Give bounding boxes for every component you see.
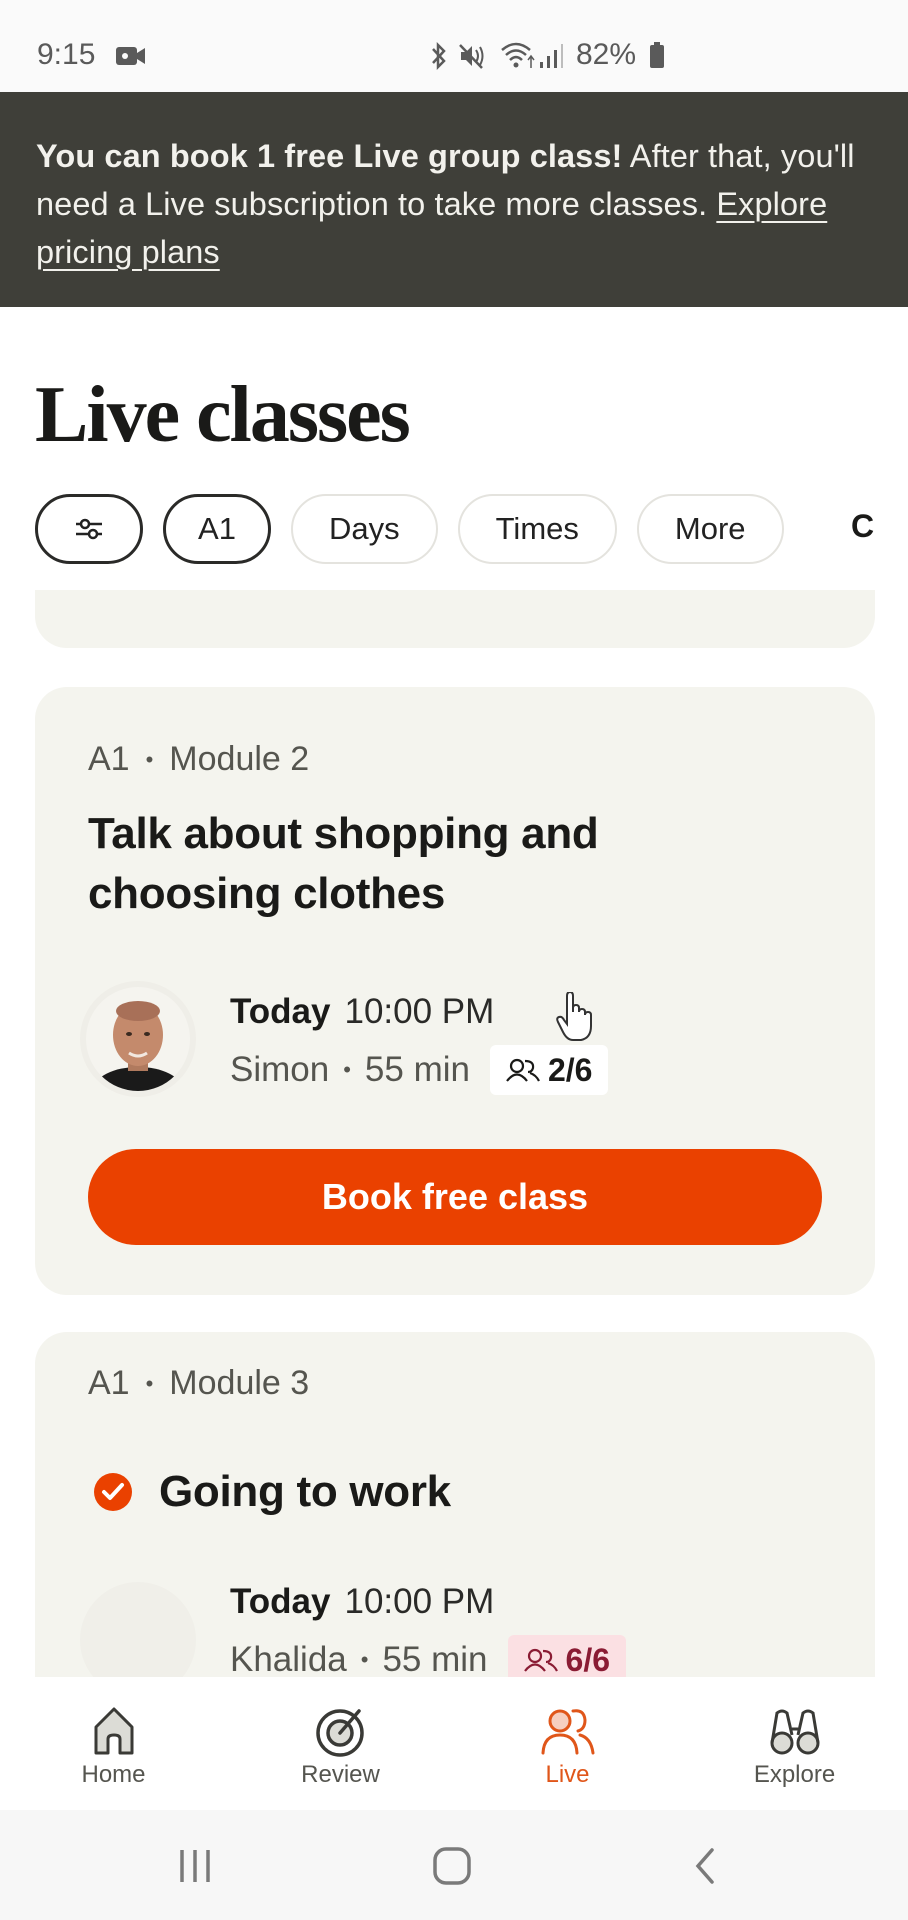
filter-chips: A1 Days Times More bbox=[35, 494, 784, 564]
nav-item-review[interactable]: Review bbox=[227, 1677, 454, 1810]
class-card-partial bbox=[35, 590, 875, 648]
teacher-avatar bbox=[86, 987, 190, 1091]
class-schedule: Today 10:00 PM bbox=[230, 992, 494, 1032]
back-icon[interactable] bbox=[692, 1846, 720, 1886]
class-card[interactable]: A1 • Module 2 Talk about shopping and ch… bbox=[35, 687, 875, 1295]
class-meta: A1 • Module 3 bbox=[88, 1364, 309, 1403]
system-nav-bar bbox=[0, 1810, 908, 1920]
banner-bold-text: You can book 1 free Live group class! bbox=[36, 138, 623, 174]
home-button-icon[interactable] bbox=[432, 1846, 472, 1886]
people-icon bbox=[541, 1709, 594, 1755]
class-module: Module 3 bbox=[169, 1364, 310, 1402]
nav-label: Live bbox=[545, 1761, 590, 1788]
home-icon bbox=[94, 1707, 133, 1755]
filter-chip-partial[interactable]: C bbox=[851, 508, 874, 545]
seats-count: 2/6 bbox=[547, 1051, 593, 1088]
bottom-nav: Home Review Live Explore bbox=[0, 1677, 908, 1810]
page-title: Live classes bbox=[35, 371, 411, 459]
class-title: Talk about shopping and choosing clothes bbox=[88, 809, 599, 918]
separator-dot: • bbox=[360, 1647, 369, 1672]
nav-label: Explore bbox=[753, 1761, 836, 1788]
completed-check-icon bbox=[94, 1473, 132, 1511]
class-duration: 55 min bbox=[382, 1640, 488, 1679]
hand-cursor-icon bbox=[556, 992, 592, 1041]
class-details: Simon • 55 min 2/6 bbox=[230, 1045, 609, 1095]
target-icon bbox=[315, 1709, 364, 1757]
class-meta: A1 • Module 2 bbox=[88, 740, 309, 779]
video-recording-icon bbox=[116, 47, 145, 65]
nav-label: Home bbox=[81, 1761, 146, 1788]
status-bar: 9:15 82% bbox=[0, 0, 908, 92]
filter-chip-times[interactable]: Times bbox=[457, 494, 617, 564]
people-icon bbox=[506, 1058, 540, 1082]
filters-button[interactable] bbox=[35, 494, 143, 564]
book-free-class-button[interactable]: Book free class bbox=[88, 1149, 822, 1245]
people-icon bbox=[523, 1648, 558, 1672]
class-day: Today bbox=[230, 992, 331, 1031]
nav-item-live[interactable]: Live bbox=[454, 1677, 681, 1810]
bluetooth-icon bbox=[432, 42, 446, 70]
filter-chip-more[interactable]: More bbox=[636, 494, 784, 564]
class-title: Going to work bbox=[159, 1467, 451, 1516]
class-duration: 55 min bbox=[364, 1050, 470, 1089]
class-time: 10:00 PM bbox=[344, 1582, 495, 1621]
nav-label: Review bbox=[301, 1761, 380, 1788]
separator-dot: • bbox=[343, 1057, 351, 1082]
class-time: 10:00 PM bbox=[344, 992, 495, 1031]
separator-dot: • bbox=[145, 746, 154, 772]
teacher-name: Simon bbox=[230, 1050, 330, 1089]
wifi-icon bbox=[501, 42, 535, 68]
filter-chip-level[interactable]: A1 bbox=[163, 494, 271, 564]
class-day: Today bbox=[230, 1582, 331, 1621]
class-level: A1 bbox=[88, 740, 130, 778]
sliders-icon bbox=[76, 518, 102, 540]
separator-dot: • bbox=[145, 1370, 154, 1396]
class-schedule: Today 10:00 PM bbox=[230, 1582, 494, 1622]
seats-count: 6/6 bbox=[565, 1641, 611, 1678]
free-class-banner: You can book 1 free Live group class! Af… bbox=[0, 92, 908, 307]
recent-apps-icon[interactable] bbox=[178, 1846, 212, 1886]
mute-icon bbox=[459, 44, 484, 69]
nav-item-home[interactable]: Home bbox=[0, 1677, 227, 1810]
teacher-name: Khalida bbox=[230, 1640, 347, 1679]
class-module: Module 2 bbox=[169, 740, 310, 778]
battery-percent: 82% bbox=[576, 38, 637, 71]
seats-badge: 2/6 bbox=[489, 1045, 609, 1095]
signal-icon bbox=[540, 44, 563, 68]
filter-chip-days[interactable]: Days bbox=[291, 494, 438, 564]
binoculars-icon bbox=[770, 1709, 819, 1755]
status-time: 9:15 bbox=[37, 38, 96, 71]
teacher-photo bbox=[86, 987, 190, 1091]
nav-item-explore[interactable]: Explore bbox=[681, 1677, 908, 1810]
battery-icon bbox=[650, 42, 664, 68]
class-level: A1 bbox=[88, 1364, 130, 1402]
